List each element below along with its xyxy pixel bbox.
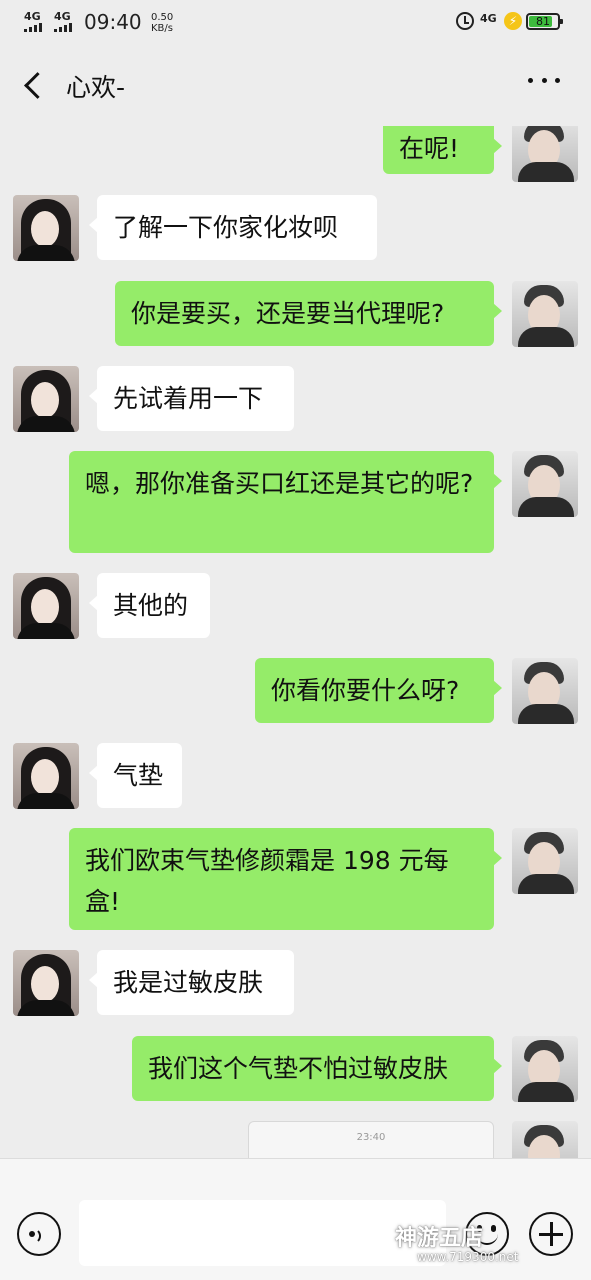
chat-title: 心欢- xyxy=(66,73,126,102)
avatar[interactable] xyxy=(512,1036,578,1102)
message-bubble[interactable]: 你是要买，还是要当代理呢? xyxy=(115,281,502,346)
clock-time: 09:40 xyxy=(84,10,142,34)
message-bubble[interactable]: 我们欧束气垫修颜霜是 198 元每盒! xyxy=(69,828,502,930)
chat-header: 心欢- xyxy=(0,44,591,126)
signal-strength-icon: 4G xyxy=(24,11,42,32)
message-input[interactable] xyxy=(79,1200,446,1266)
avatar[interactable] xyxy=(13,366,79,432)
avatar[interactable] xyxy=(512,281,578,347)
status-bar: 4G 4G 09:40 0.50 KB/s 4G ⚡ 81 xyxy=(0,0,591,44)
network-type: 4G xyxy=(480,12,497,25)
avatar[interactable] xyxy=(512,126,578,182)
avatar[interactable] xyxy=(512,828,578,894)
message-list[interactable]: 在呢! 了解一下你家化妆呗 你是要买，还是要当代理呢? 先试着用一下 嗯，那你准… xyxy=(0,126,591,1158)
charging-icon: ⚡ xyxy=(504,12,522,30)
signal-strength-icon-2: 4G xyxy=(54,11,72,32)
message-bubble[interactable]: 嗯，那你准备买口红还是其它的呢? xyxy=(69,451,502,553)
message-bubble[interactable]: 气垫 xyxy=(89,743,182,808)
avatar[interactable] xyxy=(512,658,578,724)
site-watermark: 神游五店 www.719300.net xyxy=(395,1226,519,1265)
network-speed: 0.50 KB/s xyxy=(151,12,174,34)
voice-input-icon[interactable] xyxy=(17,1212,61,1256)
message-bubble[interactable]: 我是过敏皮肤 xyxy=(89,950,294,1015)
message-bubble[interactable]: 我们这个气垫不怕过敏皮肤 xyxy=(132,1036,502,1101)
avatar[interactable] xyxy=(13,743,79,809)
message-bubble[interactable]: 先试着用一下 xyxy=(89,366,294,431)
message-bubble[interactable]: 你看你要什么呀? xyxy=(255,658,502,723)
more-options-icon[interactable] xyxy=(528,78,560,88)
avatar[interactable] xyxy=(13,573,79,639)
battery-level: 81 xyxy=(536,15,550,28)
message-bubble[interactable]: 了解一下你家化妆呗 xyxy=(89,195,377,260)
battery-icon: 81 xyxy=(526,13,563,30)
image-message[interactable]: 23:40 老大 xyxy=(248,1121,494,1158)
avatar[interactable] xyxy=(512,451,578,517)
message-bubble[interactable]: 其他的 xyxy=(89,573,210,638)
avatar[interactable] xyxy=(13,950,79,1016)
image-timestamp: 23:40 xyxy=(356,1132,386,1143)
avatar[interactable] xyxy=(512,1121,578,1158)
back-arrow-icon[interactable] xyxy=(22,70,52,100)
alarm-icon xyxy=(456,12,474,30)
avatar[interactable] xyxy=(13,195,79,261)
message-bubble[interactable]: 在呢! xyxy=(383,126,502,174)
